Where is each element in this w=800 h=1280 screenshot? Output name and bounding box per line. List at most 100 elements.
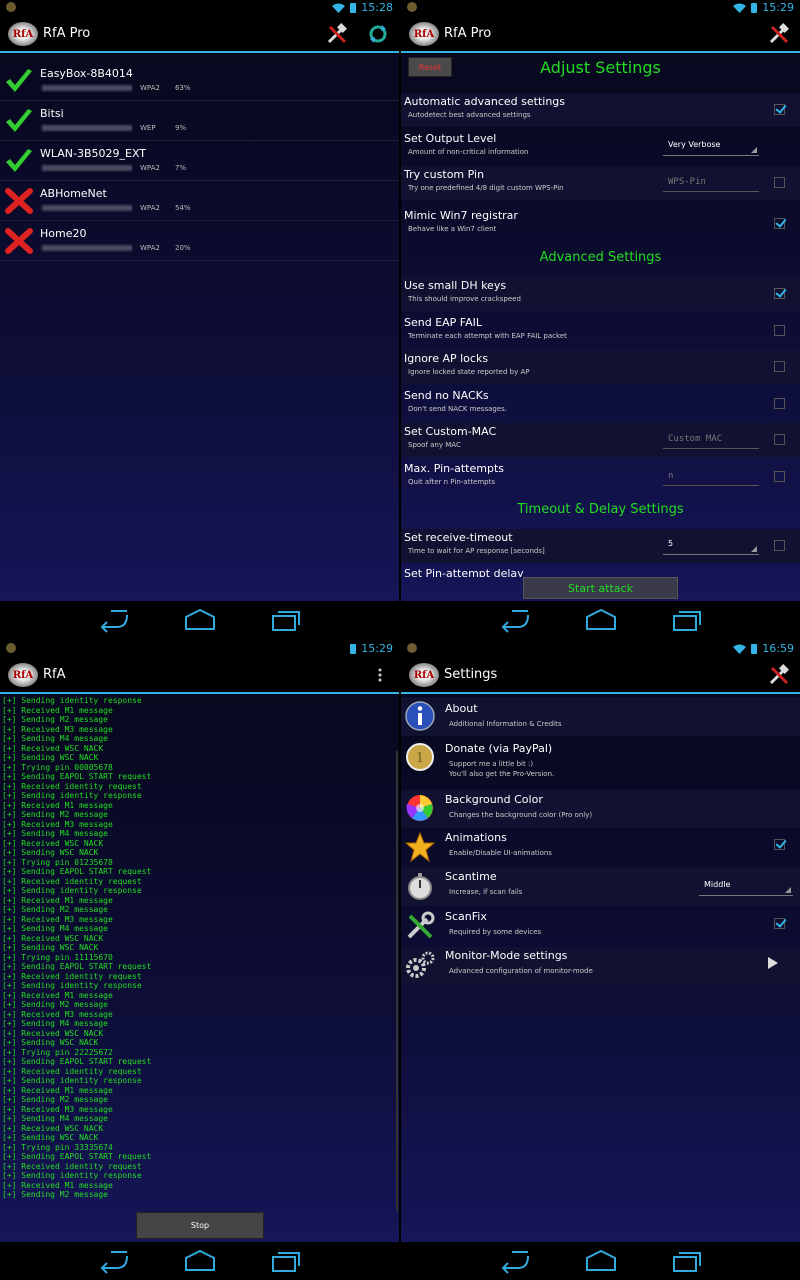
home-icon[interactable] <box>183 607 217 633</box>
wifi-icon <box>733 644 747 654</box>
recents-icon[interactable] <box>670 607 704 633</box>
checkbox[interactable] <box>774 325 785 336</box>
network-item[interactable]: ABHomeNet WPA2 54% <box>0 181 399 221</box>
bssid-redacted <box>42 125 132 131</box>
chevron-right-icon[interactable] <box>768 957 778 969</box>
app-logo[interactable]: RfA <box>8 22 38 46</box>
setting-animations[interactable]: Animations Enable/Disable UI-animations <box>401 829 800 867</box>
status-time: 15:29 <box>361 642 393 655</box>
setting-send-no-nacks[interactable]: Send no NACKs Don't send NACK messages. <box>401 387 800 421</box>
scantime-spinner[interactable]: Middle <box>699 876 793 896</box>
setting-donate[interactable]: 1 Donate (via PayPal) Support me a littl… <box>401 737 800 785</box>
setting-about[interactable]: About Additional Information & Credits <box>401 697 800 736</box>
home-icon[interactable] <box>584 607 618 633</box>
log-line: [+] Sending identity response <box>2 696 142 705</box>
setting-send-eap-fail[interactable]: Send EAP FAIL Terminate each attempt wit… <box>401 314 800 348</box>
setting-subtitle: Autodetect best advanced settings <box>408 111 531 119</box>
nav-bar <box>0 601 399 639</box>
log-line: [+] Sending identity response <box>2 1076 142 1085</box>
setting-scantime[interactable]: Scantime Increase, if scan fails Middle <box>401 868 800 906</box>
checkbox[interactable] <box>774 471 785 482</box>
checkbox[interactable] <box>774 288 785 299</box>
checkbox[interactable] <box>774 434 785 445</box>
log-scrollbar[interactable] <box>396 751 398 1211</box>
setting-title: Send no NACKs <box>404 389 489 402</box>
bssid-redacted <box>42 245 132 251</box>
setting-small-dh-keys[interactable]: Use small DH keys This should improve cr… <box>401 277 800 311</box>
recents-icon[interactable] <box>670 1248 704 1274</box>
setting-custom-pin[interactable]: Try custom Pin Try one predefined 4/8 di… <box>401 166 800 200</box>
coin-icon: 1 <box>406 743 434 771</box>
network-item[interactable]: Bitsi WEP 9% <box>0 101 399 141</box>
log-line: [+] Received WSC NACK <box>2 743 104 753</box>
start-attack-button[interactable]: Start attack <box>523 577 678 599</box>
log-line: [+] Sending M4 message <box>2 1114 108 1123</box>
checkbox[interactable] <box>774 398 785 409</box>
checkbox[interactable] <box>774 540 785 551</box>
checkbox[interactable] <box>774 918 785 929</box>
network-item[interactable]: Home20 WPA2 20% <box>0 221 399 261</box>
recents-icon[interactable] <box>269 1248 303 1274</box>
attack-log: [+] Sending identity response [+] Receive… <box>2 696 382 1200</box>
setting-max-pin-attempts[interactable]: Max. Pin-attempts Quit after n Pin-attem… <box>401 460 800 494</box>
back-icon[interactable] <box>97 1248 131 1274</box>
tools-icon <box>407 911 435 939</box>
setting-subtitle: Try one predefined 4/8 digit custom WPS-… <box>408 184 564 192</box>
setting-automatic-advanced[interactable]: Automatic advanced settings Autodetect b… <box>401 93 800 127</box>
setting-subtitle: Terminate each attempt with EAP FAIL pac… <box>408 332 567 340</box>
output-level-spinner[interactable]: Very Verbose <box>663 136 759 156</box>
cross-icon <box>5 228 33 254</box>
tools-icon[interactable] <box>768 23 790 45</box>
setting-ignore-ap-locks[interactable]: Ignore AP locks Ignore locked state repo… <box>401 350 800 384</box>
network-item[interactable]: EasyBox-8B4014 WPA2 63% <box>0 61 399 101</box>
setting-mimic-win7[interactable]: Mimic Win7 registrar Behave like a Win7 … <box>401 207 800 241</box>
setting-title: Automatic advanced settings <box>404 95 566 108</box>
app-logo[interactable]: RfA <box>409 22 439 46</box>
setting-title: Set Custom-MAC <box>404 425 497 438</box>
refresh-icon[interactable] <box>367 23 389 45</box>
tools-icon[interactable] <box>768 664 790 686</box>
setting-subtitle: Increase, if scan fails <box>449 888 523 896</box>
app-settings-screen: 16:59 RfA Settings About Additional Info… <box>401 641 800 1280</box>
setting-subtitle: Enable/Disable UI-animations <box>449 849 552 857</box>
network-signal: 7% <box>175 164 187 172</box>
tools-icon[interactable] <box>326 23 348 45</box>
back-icon[interactable] <box>97 607 131 633</box>
receive-timeout-spinner[interactable]: 5 <box>663 535 759 555</box>
setting-pin-attempt-delay[interactable]: Set Pin-attempt delay <box>401 565 800 577</box>
setting-title: Ignore AP locks <box>404 352 489 365</box>
setting-output-level[interactable]: Set Output Level Amount of non-critical … <box>401 130 800 164</box>
setting-receive-timeout[interactable]: Set receive-timeout Time to wait for AP … <box>401 529 800 563</box>
stopwatch-icon <box>408 873 432 900</box>
network-item[interactable]: WLAN-3B5029_EXT WPA2 7% <box>0 141 399 181</box>
pin-attempts-field[interactable]: n <box>663 468 759 486</box>
custom-mac-field[interactable]: Custom MAC <box>663 431 759 449</box>
network-ssid: Home20 <box>40 227 87 240</box>
checkbox[interactable] <box>774 839 785 850</box>
checkbox[interactable] <box>774 104 785 115</box>
setting-custom-mac[interactable]: Set Custom-MAC Spoof any MAC Custom MAC <box>401 423 800 457</box>
setting-scanfix[interactable]: ScanFix Required by some devices <box>401 908 800 946</box>
network-security: WPA2 <box>140 204 160 212</box>
setting-background-color[interactable]: Background Color Changes the background … <box>401 790 800 828</box>
checkbox[interactable] <box>774 218 785 229</box>
checkbox[interactable] <box>774 361 785 372</box>
setting-subtitle: Changes the background color (Pro only) <box>449 811 593 819</box>
home-icon[interactable] <box>183 1248 217 1274</box>
log-line: [+] Sending WSC NACK <box>2 753 99 762</box>
wps-pin-field[interactable]: WPS-Pin <box>663 174 759 192</box>
back-icon[interactable] <box>498 607 532 633</box>
app-logo[interactable]: RfA <box>8 663 38 687</box>
back-icon[interactable] <box>498 1248 532 1274</box>
overflow-menu-icon[interactable] <box>378 668 382 682</box>
bssid-redacted <box>42 165 132 171</box>
log-line: [+] Sending identity response <box>2 791 142 800</box>
status-bar: 15:29 <box>401 0 800 15</box>
app-logo[interactable]: RfA <box>409 663 439 687</box>
checkbox[interactable] <box>774 177 785 188</box>
app-title: RfA <box>43 667 66 682</box>
home-icon[interactable] <box>584 1248 618 1274</box>
stop-button[interactable]: Stop <box>136 1212 264 1239</box>
setting-monitor-mode[interactable]: Monitor-Mode settings Advanced configura… <box>401 947 800 985</box>
recents-icon[interactable] <box>269 607 303 633</box>
